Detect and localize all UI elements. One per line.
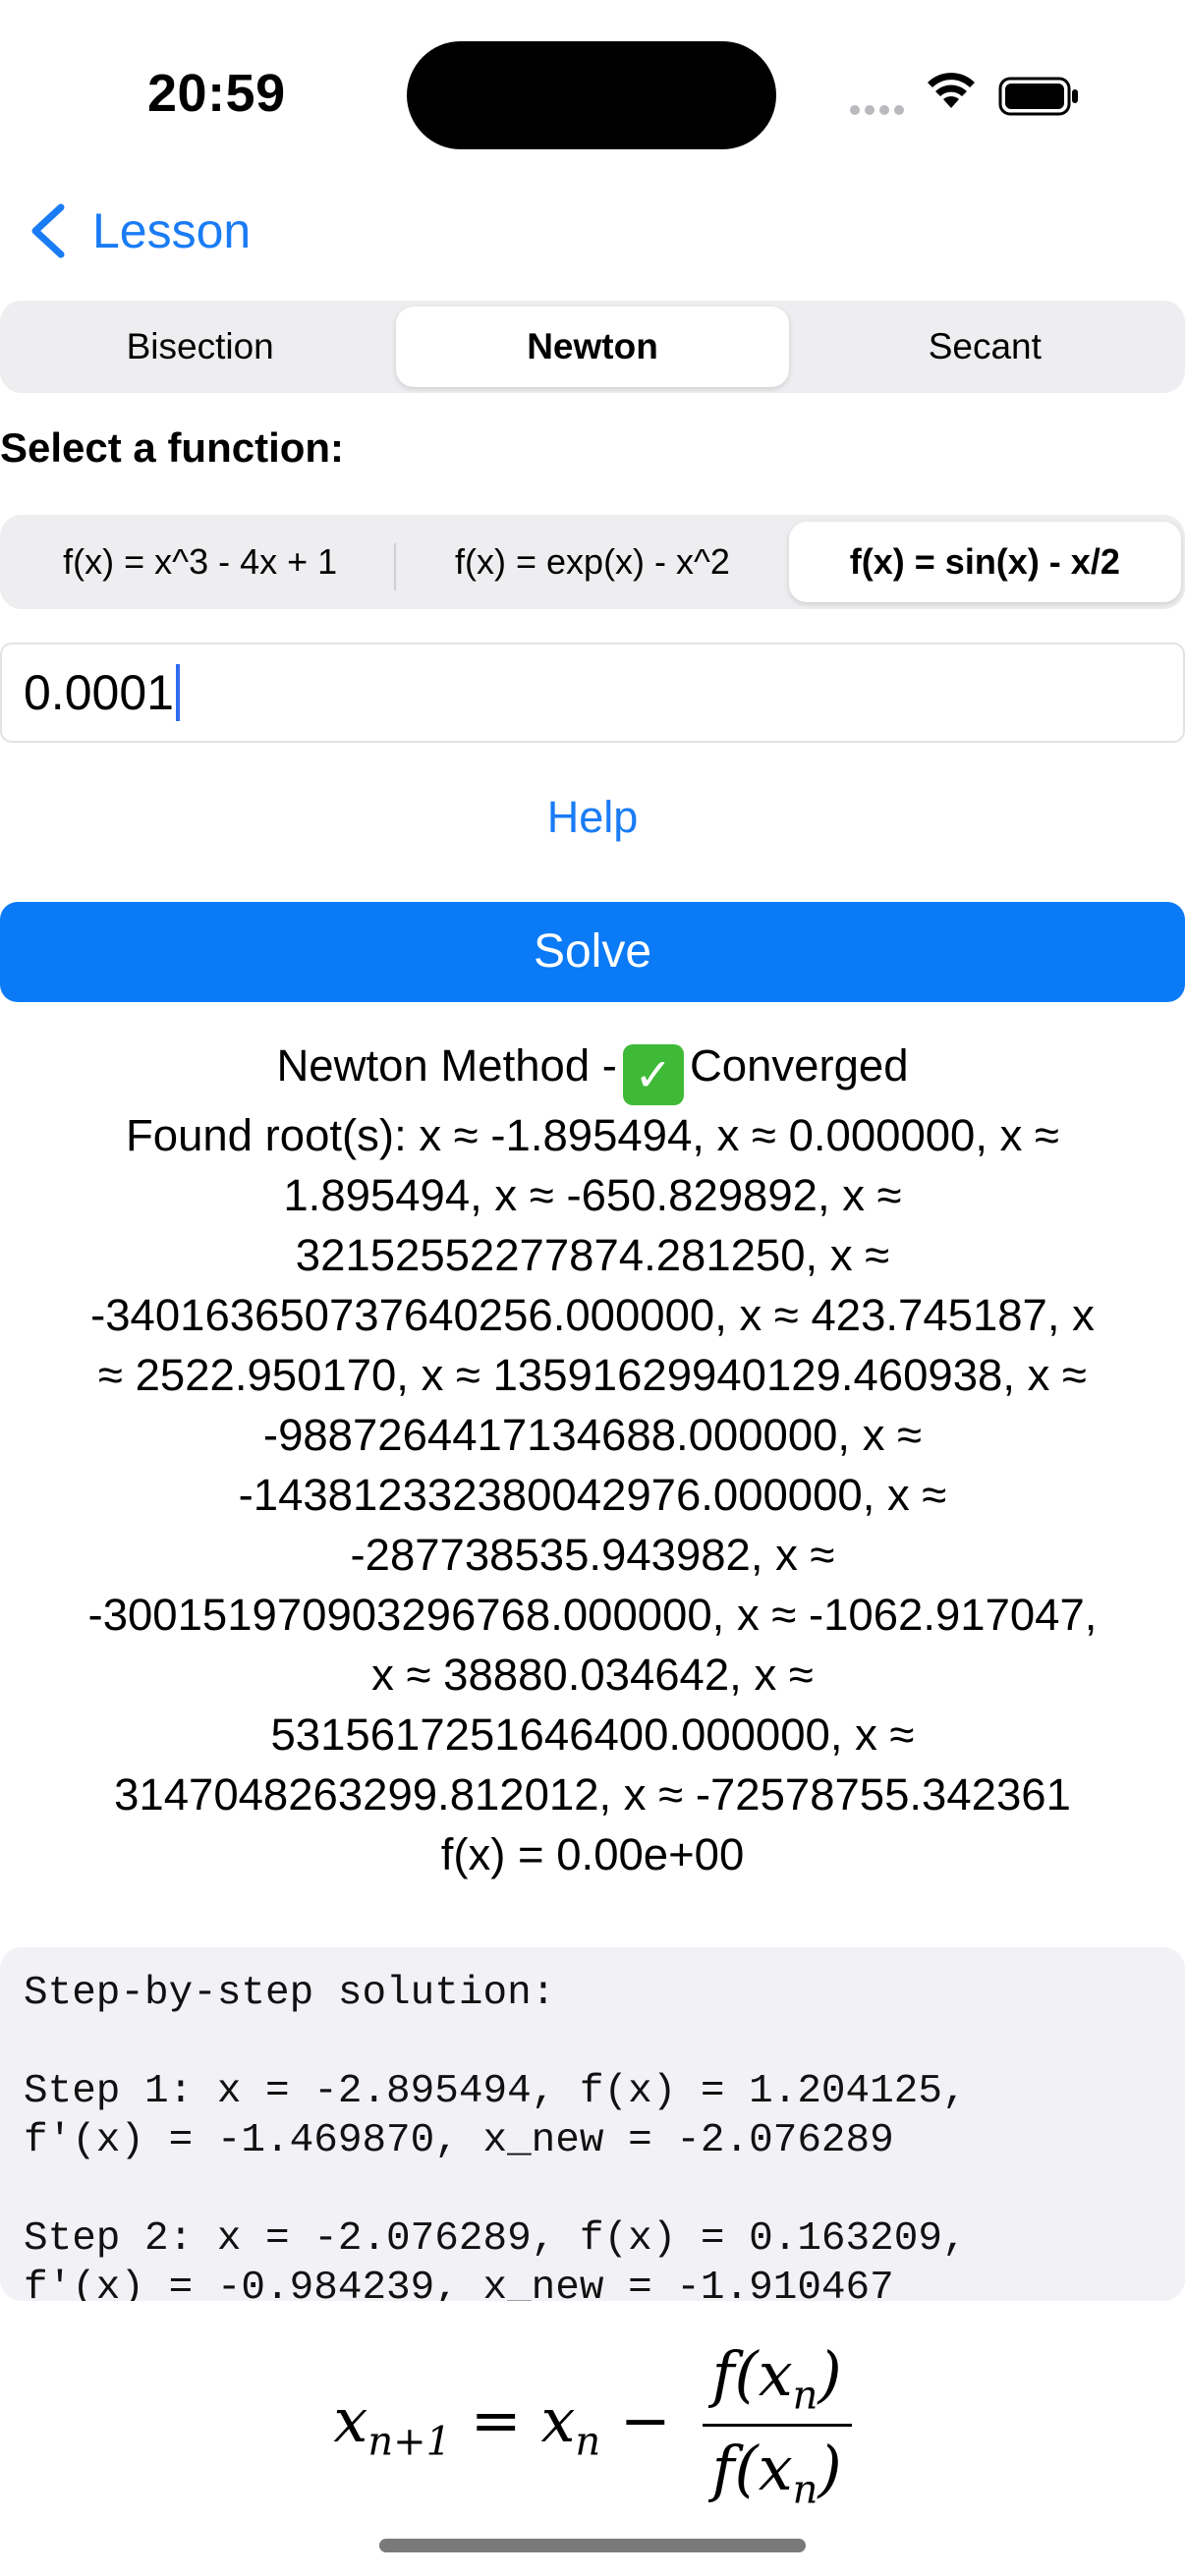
result-line: ≈ 2522.950170, x ≈ 13591629940129.460938… (98, 1350, 1087, 1400)
formula-lhs-sub: n+1 (367, 2419, 452, 2465)
result-line: -9887264417134688.000000, x ≈ (262, 1410, 923, 1460)
solve-button[interactable]: Solve (0, 902, 1185, 1002)
status-time: 20:59 (147, 64, 286, 123)
result-line: 5315617251646400.000000, x ≈ (270, 1709, 915, 1760)
home-indicator (379, 2539, 806, 2552)
formula-equals: = (470, 2384, 522, 2457)
tolerance-value: 0.0001 (24, 665, 174, 720)
tab-newton[interactable]: Newton (396, 307, 789, 387)
formula-rhs-sub: n (575, 2419, 601, 2465)
chevron-left-icon (31, 203, 65, 258)
function-segmented-control: f(x) = x^3 - 4x + 1 f(x) = exp(x) - x^2 … (0, 515, 1185, 609)
tab-secant[interactable]: Secant (789, 305, 1181, 389)
result-line: -143812332380042976.000000, x ≈ (238, 1470, 947, 1520)
wifi-icon (926, 71, 977, 115)
result-status: Converged (689, 1040, 909, 1091)
formula-rhs: x (540, 2384, 576, 2457)
dynamic-island (407, 41, 776, 149)
formula-denominator: f(xn) (703, 2427, 852, 2512)
result-line: x ≈ 38880.034642, x ≈ (371, 1650, 814, 1700)
function-option-cubic[interactable]: f(x) = x^3 - 4x + 1 (4, 520, 397, 604)
back-label: Lesson (92, 203, 252, 258)
result-method: Newton Method - (276, 1040, 617, 1091)
numerator-text: f(x (711, 2338, 793, 2410)
back-button[interactable]: Lesson (24, 196, 251, 265)
check-mark-icon: ✓ (622, 1044, 684, 1105)
select-function-label: Select a function: (0, 424, 345, 471)
formula-numerator: f(xn) (702, 2338, 852, 2428)
result-line: -300151970903296768.000000, x ≈ -1062.91… (87, 1590, 1098, 1640)
result-line: f(x) = 0.00e+00 (440, 1829, 745, 1879)
denominator-close: ) (818, 2433, 842, 2505)
cellular-signal-icon (850, 102, 909, 120)
steps-text: Step-by-step solution: Step 1: x = -2.89… (24, 1971, 967, 2301)
result-line: 1.895494, x ≈ -650.829892, x ≈ (283, 1170, 902, 1220)
result-line: -340163650737640256.000000, x ≈ 423.7451… (90, 1290, 1095, 1340)
numerator-close: ) (818, 2338, 842, 2410)
formula-minus: − (619, 2384, 671, 2457)
steps-scroll-view[interactable]: Step-by-step solution: Step 1: x = -2.89… (0, 1947, 1185, 2301)
function-option-sin[interactable]: f(x) = sin(x) - x/2 (788, 522, 1181, 602)
result-line: 3147048263299.812012, x ≈ -72578755.3423… (114, 1769, 1071, 1820)
battery-icon (998, 77, 1081, 121)
text-caret (175, 664, 180, 721)
help-link[interactable]: Help (0, 792, 1185, 843)
result-line: Found root(s): x ≈ -1.895494, x ≈ 0.0000… (125, 1110, 1060, 1160)
result-line: -287738535.943982, x ≈ (350, 1530, 835, 1580)
numerator-sub: n (792, 2373, 818, 2419)
denominator-sub: n (792, 2467, 818, 2513)
denominator-text: f(x (711, 2433, 793, 2505)
newton-formula: xn+1 = xn − f(xn) f(xn) (0, 2338, 1185, 2513)
result-line: 32152552277874.281250, x ≈ (295, 1230, 890, 1280)
tolerance-input[interactable]: 0.0001 (0, 643, 1185, 743)
formula-lhs: x (333, 2384, 368, 2457)
result-text: Newton Method - ✓ Converged Found root(s):… (0, 1036, 1185, 1884)
method-segmented-control: Bisection Newton Secant (0, 301, 1185, 393)
function-option-exp[interactable]: f(x) = exp(x) - x^2 (396, 520, 788, 604)
result-title: Newton Method - ✓ Converged (0, 1036, 1185, 1105)
formula-fraction: f(xn) f(xn) (702, 2338, 852, 2513)
tab-bisection[interactable]: Bisection (4, 305, 396, 389)
